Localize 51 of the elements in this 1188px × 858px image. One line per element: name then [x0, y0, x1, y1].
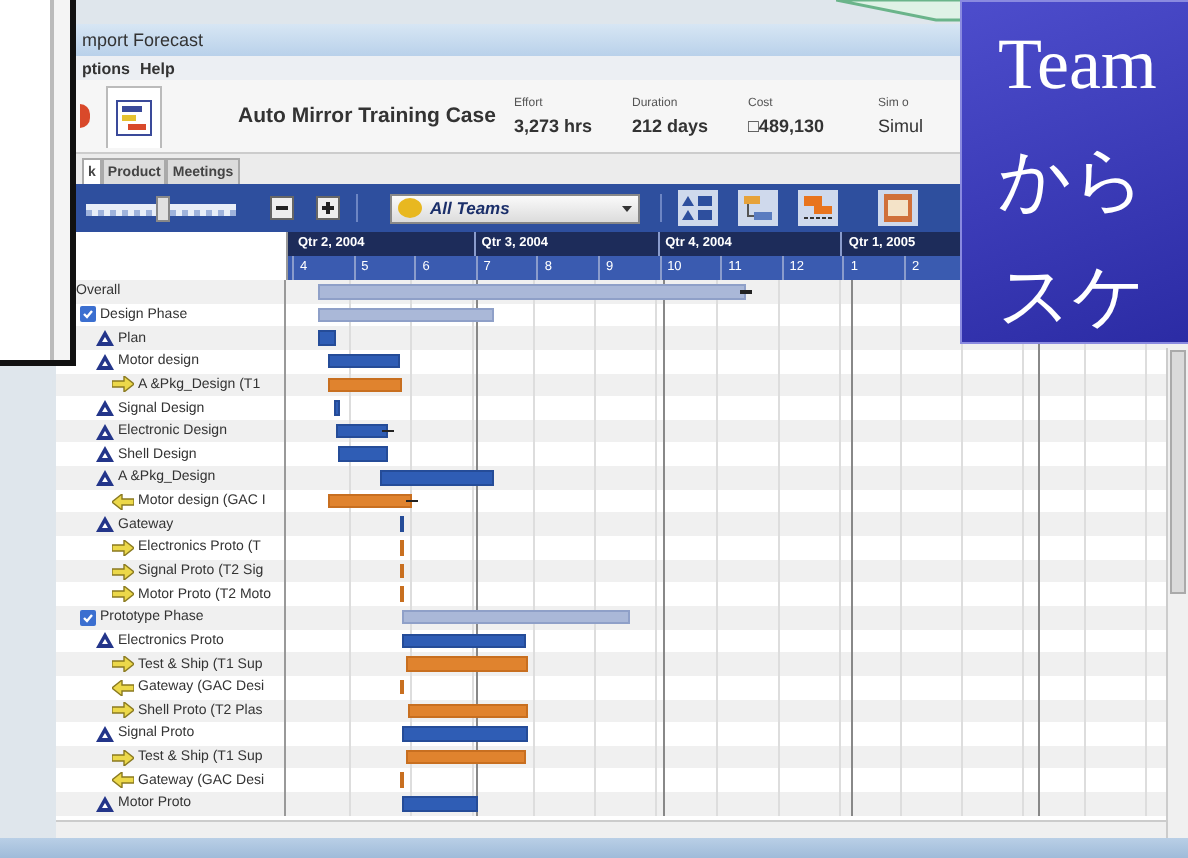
- scroll-thumb[interactable]: [1170, 350, 1186, 594]
- team-dropdown[interactable]: All Teams: [390, 193, 640, 223]
- bars-icon: [802, 194, 834, 222]
- assignment-bar[interactable]: [400, 540, 405, 556]
- stat-value: 3,273 hrs: [514, 115, 595, 135]
- project-name: Auto Mirror Training Case: [238, 104, 498, 128]
- stat-value: 212 days: [632, 115, 711, 135]
- linked-bars-icon: [742, 194, 774, 222]
- gantt-icon: [116, 99, 152, 135]
- calendar-tool[interactable]: [878, 190, 918, 226]
- stat-value: □489,130: [748, 115, 826, 135]
- task-bar[interactable]: [402, 633, 527, 649]
- triangle-icon: [96, 516, 114, 533]
- zoom-out-button[interactable]: [270, 196, 294, 220]
- triangle-icon: [96, 469, 114, 486]
- callout-text: から: [998, 138, 1148, 224]
- assignment-bar[interactable]: [400, 563, 405, 579]
- assignment-bar[interactable]: [327, 493, 413, 509]
- app-icon: [80, 104, 90, 128]
- assignment-bar[interactable]: [408, 703, 529, 719]
- assignment-bar[interactable]: [400, 586, 405, 602]
- zoom-in-button[interactable]: [316, 196, 340, 220]
- stat-value: Simul: [878, 115, 926, 135]
- phase-icon: [80, 609, 96, 626]
- team-icon: [398, 198, 422, 218]
- hierarchy-icon: [682, 194, 714, 222]
- assignment-bar[interactable]: [400, 679, 405, 695]
- triangle-icon: [96, 330, 114, 347]
- hierarchy-tool[interactable]: [678, 190, 718, 226]
- link-tool[interactable]: [738, 190, 778, 226]
- window-title: mport Forecast: [82, 30, 204, 50]
- task-bar[interactable]: [327, 353, 401, 369]
- bars-tool[interactable]: [798, 190, 838, 226]
- menu-item[interactable]: ptions: [82, 59, 130, 77]
- plus-icon: [322, 202, 334, 214]
- triangle-icon: [96, 795, 114, 812]
- task-bar[interactable]: [400, 516, 405, 532]
- caret-icon: [622, 205, 632, 211]
- gantt-view-tab[interactable]: [106, 85, 162, 147]
- summary-bar[interactable]: [318, 307, 495, 323]
- task-bar[interactable]: [335, 423, 388, 439]
- assignment-bar[interactable]: [400, 772, 405, 788]
- slider-thumb[interactable]: [155, 195, 169, 221]
- callout-text: スケ: [998, 254, 1148, 340]
- task-bar[interactable]: [334, 400, 341, 416]
- callout-text: Team: [998, 22, 1159, 108]
- calendar-icon: [884, 194, 912, 222]
- assignment-bar[interactable]: [406, 749, 527, 765]
- minus-icon: [276, 206, 288, 210]
- menu-item[interactable]: Help: [140, 59, 175, 77]
- vertical-scrollbar[interactable]: [1166, 348, 1188, 838]
